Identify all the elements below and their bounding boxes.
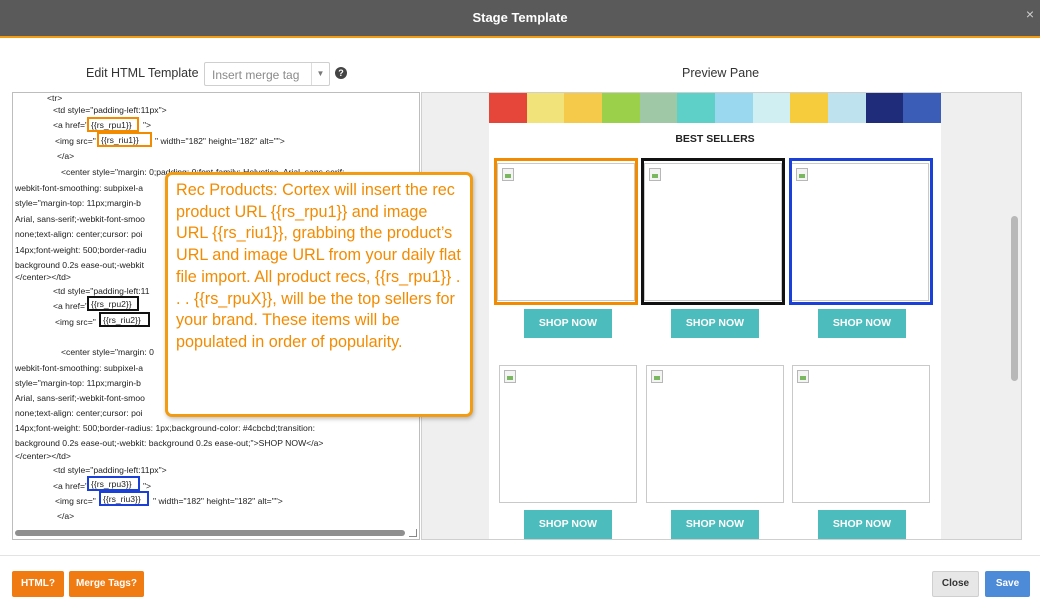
merge-tag-riu3: {{rs_riu3}} [99, 491, 149, 506]
code-line: <img src=" [55, 317, 96, 327]
banner-tile [715, 93, 753, 123]
banner-tile [752, 93, 791, 123]
broken-image-icon [504, 370, 516, 383]
code-line: <td style="padding-left:11px"> [53, 105, 167, 115]
merge-tag-select[interactable]: Insert merge tag ▼ [204, 62, 330, 86]
code-line: 14px;font-weight: 500;border-radius: 1px… [15, 423, 316, 433]
shop-now-button[interactable]: SHOP NOW [671, 309, 759, 338]
footer-divider [0, 555, 1040, 556]
merge-tags-help-button[interactable]: Merge Tags? [69, 571, 144, 597]
code-line: <center style="margin: 0 [61, 347, 154, 357]
banner-tile [828, 93, 866, 123]
close-icon[interactable]: × [1026, 6, 1034, 22]
highlight-product-1 [494, 158, 638, 305]
callout-text: Rec Products: Cortex will insert the rec… [176, 181, 461, 351]
code-line: none;text-align: center;cursor: poi [15, 229, 143, 239]
code-line: "> [143, 120, 152, 130]
code-line: " width="182" height="182" alt=""> [153, 496, 283, 506]
merge-tag-riu2: {{rs_riu2}} [99, 312, 150, 327]
banner-image [489, 93, 942, 123]
shop-now-button[interactable]: SHOP NOW [818, 510, 906, 539]
banner-tile [526, 93, 565, 123]
code-line: webkit-font-smoothing: subpixel-a [15, 363, 144, 373]
merge-tag-rpu2: {{rs_rpu2}} [87, 296, 139, 311]
code-line: </center></td> [15, 451, 71, 461]
code-line: background 0.2s ease-out;-webkit: backgr… [15, 438, 324, 448]
section-title: BEST SELLERS [675, 133, 755, 145]
code-line: none;text-align: center;cursor: poi [15, 408, 143, 418]
horizontal-scrollbar[interactable] [15, 530, 405, 536]
merge-tag-rpu1: {{rs_rpu1}} [87, 117, 139, 132]
code-line: style="margin-top: 11px;margin-b [15, 198, 141, 208]
code-line: <td style="padding-left:11 [53, 286, 150, 296]
resize-handle-icon[interactable] [409, 529, 417, 537]
code-line: <img src=" [55, 136, 96, 146]
dialog-title: Stage Template [472, 10, 568, 25]
code-line: <a href=" [53, 301, 89, 311]
product-image-4[interactable] [499, 365, 637, 503]
editor-label: Edit HTML Template [86, 66, 199, 80]
save-button[interactable]: Save [985, 571, 1030, 597]
preview-label: Preview Pane [682, 66, 760, 80]
shop-now-button[interactable]: SHOP NOW [524, 510, 612, 539]
code-line: </center></td> [15, 272, 71, 282]
code-line: <a href=" [53, 120, 89, 130]
banner-tile [865, 93, 904, 123]
banner-tile [489, 93, 527, 123]
banner-tile [903, 93, 942, 123]
email-preview: BEST SELLERS SHOP NOW SHOP NOW SHOP NOW … [489, 93, 942, 539]
banner-tile [677, 93, 716, 123]
help-icon[interactable]: ? [335, 67, 347, 79]
code-line: style="margin-top: 11px;margin-b [15, 378, 141, 388]
code-line: <tr> [47, 93, 63, 103]
code-line: " width="182" height="182" alt=""> [155, 136, 285, 146]
banner-tile [639, 93, 678, 123]
code-line: <td style="padding-left:11px"> [53, 465, 167, 475]
highlight-product-2 [641, 158, 785, 305]
broken-image-icon [797, 370, 809, 383]
product-image-5[interactable] [646, 365, 784, 503]
close-button[interactable]: Close [932, 571, 979, 597]
code-line: webkit-font-smoothing: subpixel-a [15, 183, 144, 193]
product-image-6[interactable] [792, 365, 930, 503]
code-line: "> [143, 481, 152, 491]
shop-now-button[interactable]: SHOP NOW [671, 510, 759, 539]
banner-tile [564, 93, 603, 123]
code-line: <a href=" [53, 481, 89, 491]
code-line: Arial, sans-serif;-webkit-font-smoo [15, 214, 145, 224]
vertical-scrollbar[interactable] [1011, 216, 1018, 381]
preview-pane: BEST SELLERS SHOP NOW SHOP NOW SHOP NOW … [421, 92, 1022, 540]
dialog-header: Stage Template × [0, 0, 1040, 38]
merge-tag-placeholder: Insert merge tag [212, 68, 300, 82]
code-line: Arial, sans-serif;-webkit-font-smoo [15, 393, 145, 403]
banner-tile [790, 93, 829, 123]
merge-tag-rpu3: {{rs_rpu3}} [87, 476, 140, 491]
code-line: </a> [57, 511, 75, 521]
broken-image-icon [651, 370, 663, 383]
code-line: <img src=" [55, 496, 96, 506]
banner-tile [602, 93, 640, 123]
chevron-down-icon[interactable]: ▼ [311, 63, 329, 85]
code-line: background 0.2s ease-out;-webkit [15, 260, 144, 270]
shop-now-button[interactable]: SHOP NOW [524, 309, 612, 338]
annotation-callout: Rec Products: Cortex will insert the rec… [165, 172, 473, 417]
html-help-button[interactable]: HTML? [12, 571, 64, 597]
merge-tag-riu1: {{rs_riu1}} [97, 132, 152, 147]
shop-now-button[interactable]: SHOP NOW [818, 309, 906, 338]
code-line: 14px;font-weight: 500;border-radiu [15, 245, 147, 255]
highlight-product-3 [789, 158, 933, 305]
code-line: </a> [57, 151, 75, 161]
